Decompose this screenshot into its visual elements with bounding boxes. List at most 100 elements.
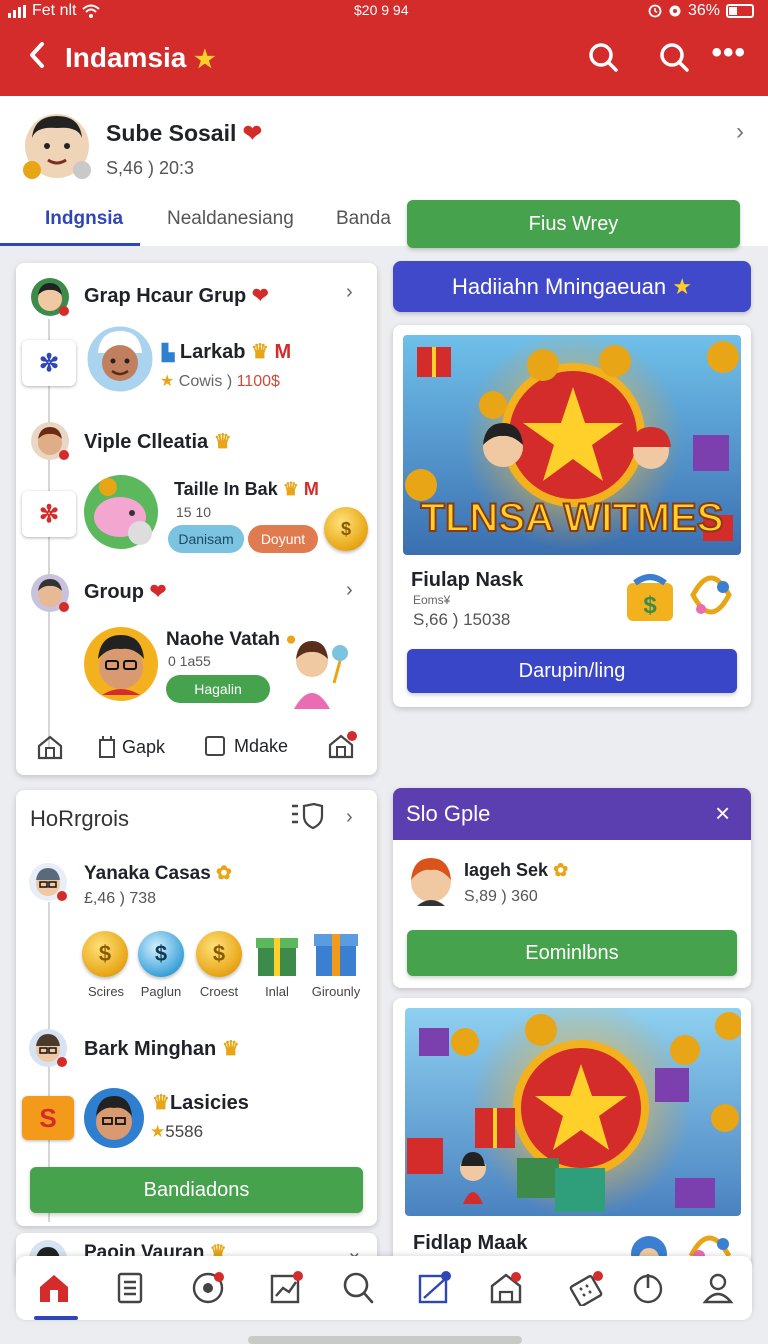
search-icon[interactable] [340,1270,376,1306]
list-item-name: Larkab [179,341,246,363]
list-item-title: Yanaka Casas ✿ [84,862,232,885]
footer-link-gapk[interactable]: Gapk [98,735,165,759]
puzzle-icon[interactable]: ✼ [22,340,76,386]
list-item-title: Bark Minghan ♛ [84,1036,240,1061]
section-title-text: Group [84,581,144,603]
coin-icon[interactable]: $ [196,931,242,977]
crown-icon: ♛ [152,1092,170,1114]
danisam-pill[interactable]: Danisam [168,525,244,553]
crown-icon: ♛ [251,341,269,363]
avatar[interactable] [30,421,70,461]
tab-indgnsia[interactable]: Indgnsia [45,208,123,230]
heart-icon: ❤ [251,285,269,307]
home-icon[interactable] [36,1270,72,1306]
image-icon[interactable] [416,1270,452,1306]
close-icon[interactable]: × [715,798,730,829]
character-illustration [294,641,348,709]
building-icon: ▙ [162,345,175,362]
search-alt-button[interactable] [657,40,693,76]
coin-icon[interactable]: $ [82,931,128,977]
chart-icon[interactable] [268,1270,304,1306]
gift-box-icon[interactable] [310,926,362,978]
promo-image-text: TLNSA WITMES [421,496,724,540]
list-item-title: Iageh Sek ✿ [464,860,568,881]
more-icon: ••• [711,36,746,69]
home-alert-icon[interactable] [326,729,358,761]
promo-illustration: TLNSA WITMES [403,335,741,555]
promo-illustration [405,1008,741,1216]
power-icon[interactable] [630,1270,666,1306]
avatar[interactable] [30,277,70,317]
list-item-sub: 0 1a55 [168,653,211,669]
promo-title: Fidlap Maak [413,1232,528,1254]
s-badge-icon[interactable]: S [22,1096,74,1140]
avatar[interactable] [28,1028,68,1068]
progress-title: HoRrgrois [30,806,130,831]
tab-banda[interactable]: Banda [336,208,391,230]
banner-button-label: Hadiiahn Mningaeuan [452,273,667,299]
hadiiahn-button[interactable]: Hadiiahn Mningaeuan ★ [393,261,751,312]
user-icon[interactable] [700,1270,736,1306]
avatar[interactable] [22,108,92,184]
section-title: Grap Hcaur Grup ❤ [84,283,269,308]
darupinling-button[interactable]: Darupin/ling [407,649,737,693]
promo-tag: Eoms¥ [413,593,451,607]
avatar[interactable] [82,625,160,703]
section-title-text: Viple Clleatia [84,431,209,453]
chevron-right-icon[interactable]: › [736,118,744,146]
sub-label: Cowis [178,373,223,390]
puzzle-icon[interactable]: ✼ [22,491,76,537]
star-icon: ★ [194,46,216,73]
store-icon[interactable] [488,1270,524,1306]
list-item-name: Yanaka Casas [84,863,211,884]
promo-card: TLNSA WITMES Fiulap Nask Eoms¥ S,66 ) 15… [393,325,751,707]
section-title: Viple Clleatia ♛ [84,429,232,454]
tab-nealdanesiang[interactable]: Nealdanesiang [167,208,294,230]
reward-label: Inlal [265,984,289,999]
gift-box-icon[interactable] [254,930,300,978]
profile-subtitle: S,46 ) 20:3 [106,158,195,178]
promo-card-2: Fidlap Maak [393,998,751,1266]
list-item-title: Taille In Bak ♛ M [174,479,319,500]
list-item-sub: S,89 ) 360 [464,888,538,905]
more-button[interactable]: ••• [711,36,746,70]
star-icon: ★ [160,373,175,390]
crown-icon: ♛ [282,479,299,499]
avatar[interactable] [30,573,70,613]
avatar[interactable] [84,323,156,395]
svg-text:$: $ [643,592,657,619]
list-icon[interactable] [112,1270,148,1306]
promo-image[interactable]: TLNSA WITMES [403,335,741,555]
bandiadons-button[interactable]: Bandiadons [30,1167,363,1213]
coin-blue-icon[interactable]: $ [138,931,184,977]
shield-list-icon[interactable] [290,802,324,830]
search-button[interactable] [586,40,622,76]
tab-active-indicator [0,243,140,246]
heart-icon: ❤ [242,120,263,146]
calculator-icon[interactable] [568,1270,604,1306]
avatar[interactable] [28,862,68,902]
hagalin-pill[interactable]: Hagalin [166,675,270,703]
eominlbns-button[interactable]: Eominlbns [407,930,737,976]
square-icon [205,736,225,756]
star-icon: ★ [672,273,692,299]
chevron-right-icon[interactable]: › [346,579,353,602]
fius-wrey-button[interactable]: Fius Wrey [407,200,740,248]
back-button[interactable] [26,40,48,76]
footer-link-mdake[interactable]: Mdake [204,735,288,757]
ribbon-icon [690,575,732,615]
doyunt-pill[interactable]: Doyunt [248,525,318,553]
game-icon[interactable] [190,1270,226,1306]
battery-percent: 36% [687,2,720,19]
home-icon[interactable] [36,733,64,761]
section-title-text: Grap Hcaur Grup [84,285,247,307]
list-item-name: Taille In Bak [174,479,278,499]
reward-value: ★5586 [150,1122,203,1142]
avatar[interactable] [82,1086,146,1150]
avatar[interactable] [407,854,455,906]
badge-m: M [303,479,319,499]
chevron-right-icon[interactable]: › [346,806,353,829]
chevron-right-icon[interactable]: › [346,281,353,304]
section-title: Group ❤ [84,579,166,604]
promo-image[interactable] [405,1008,741,1216]
